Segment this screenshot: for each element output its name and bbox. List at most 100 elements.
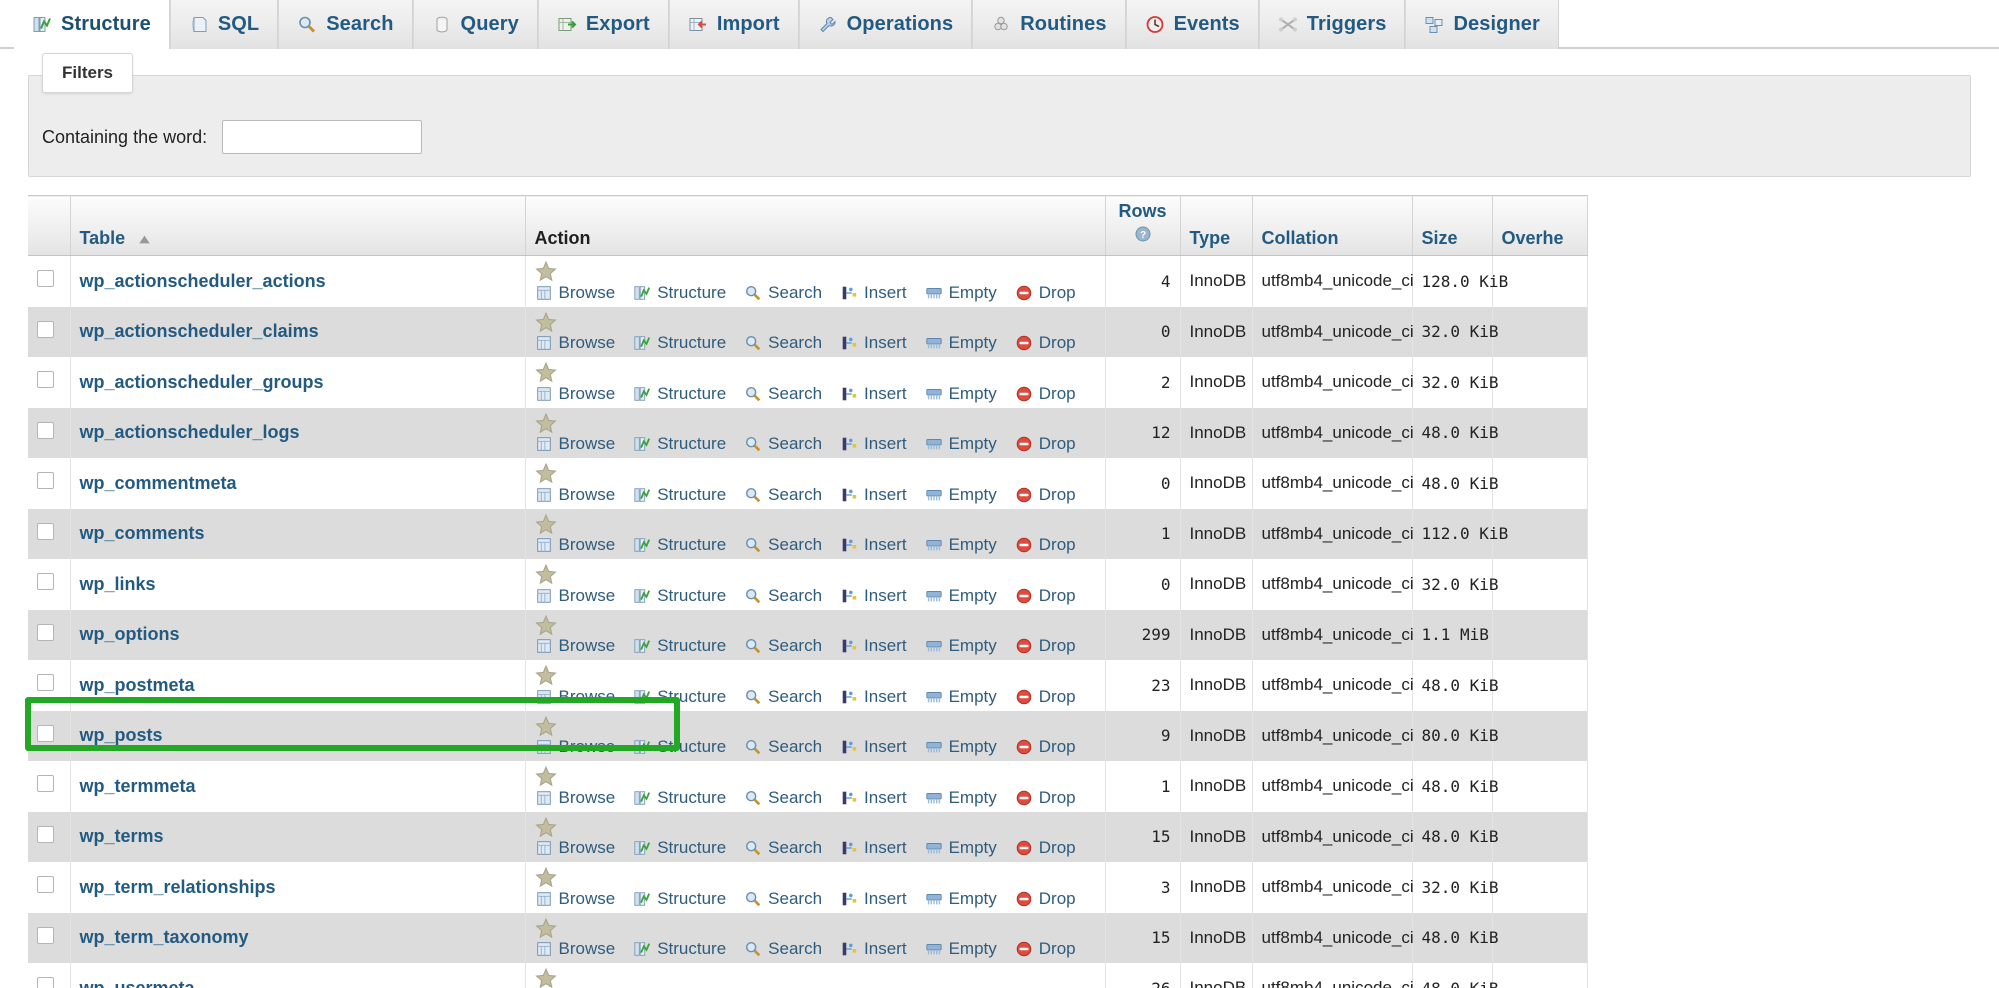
action-empty[interactable]: Empty: [925, 838, 997, 858]
action-insert[interactable]: Insert: [840, 889, 907, 909]
favorite-star-icon[interactable]: [534, 816, 557, 838]
action-browse[interactable]: Browse: [535, 737, 615, 757]
action-structure[interactable]: Structure: [633, 687, 726, 707]
tab-sql[interactable]: SQL: [169, 0, 279, 49]
action-insert[interactable]: Insert: [840, 485, 907, 505]
action-structure[interactable]: Structure: [633, 283, 726, 303]
table-name-link[interactable]: wp_termmeta: [80, 776, 196, 796]
action-empty[interactable]: Empty: [925, 687, 997, 707]
row-checkbox[interactable]: [37, 977, 54, 988]
row-checkbox[interactable]: [37, 876, 54, 894]
tab-designer[interactable]: Designer: [1405, 0, 1559, 49]
favorite-star-icon[interactable]: [534, 513, 557, 535]
action-search[interactable]: Search: [744, 535, 822, 555]
action-browse[interactable]: Browse: [535, 586, 615, 606]
tab-routines[interactable]: Routines: [972, 0, 1126, 49]
action-structure[interactable]: Structure: [633, 838, 726, 858]
action-insert[interactable]: Insert: [840, 586, 907, 606]
action-structure[interactable]: Structure: [633, 384, 726, 404]
row-checkbox[interactable]: [37, 320, 54, 338]
favorite-star-icon[interactable]: [534, 614, 557, 636]
favorite-star-icon[interactable]: [534, 412, 557, 434]
row-checkbox[interactable]: [37, 674, 54, 692]
action-structure[interactable]: Structure: [633, 333, 726, 353]
action-structure[interactable]: Structure: [633, 586, 726, 606]
action-drop[interactable]: Drop: [1015, 788, 1076, 808]
action-drop[interactable]: Drop: [1015, 889, 1076, 909]
row-checkbox[interactable]: [37, 825, 54, 843]
action-insert[interactable]: Insert: [840, 434, 907, 454]
favorite-star-icon[interactable]: [534, 361, 557, 383]
action-search[interactable]: Search: [744, 737, 822, 757]
header-size[interactable]: Size: [1412, 195, 1493, 256]
action-browse[interactable]: Browse: [535, 333, 615, 353]
tab-triggers[interactable]: Triggers: [1258, 0, 1406, 49]
favorite-star-icon[interactable]: [534, 967, 557, 988]
action-empty[interactable]: Empty: [925, 586, 997, 606]
action-search[interactable]: Search: [744, 283, 822, 303]
row-checkbox[interactable]: [37, 522, 54, 540]
favorite-star-icon[interactable]: [534, 260, 557, 282]
action-search[interactable]: Search: [744, 889, 822, 909]
action-insert[interactable]: Insert: [840, 333, 907, 353]
tab-operations[interactable]: Operations: [798, 0, 973, 49]
action-structure[interactable]: Structure: [633, 737, 726, 757]
action-drop[interactable]: Drop: [1015, 939, 1076, 959]
action-drop[interactable]: Drop: [1015, 737, 1076, 757]
row-checkbox[interactable]: [37, 623, 54, 641]
action-empty[interactable]: Empty: [925, 535, 997, 555]
action-structure[interactable]: Structure: [633, 889, 726, 909]
favorite-star-icon[interactable]: [534, 866, 557, 888]
table-name-link[interactable]: wp_usermeta: [80, 978, 195, 988]
table-name-link[interactable]: wp_terms: [80, 826, 164, 846]
header-table[interactable]: Table: [70, 195, 526, 256]
table-name-link[interactable]: wp_actionscheduler_logs: [80, 422, 300, 442]
header-collation[interactable]: Collation: [1252, 195, 1413, 256]
favorite-star-icon[interactable]: [534, 311, 557, 333]
action-structure[interactable]: Structure: [633, 434, 726, 454]
action-empty[interactable]: Empty: [925, 384, 997, 404]
action-drop[interactable]: Drop: [1015, 687, 1076, 707]
action-empty[interactable]: Empty: [925, 788, 997, 808]
action-empty[interactable]: Empty: [925, 889, 997, 909]
action-insert[interactable]: Insert: [840, 939, 907, 959]
action-structure[interactable]: Structure: [633, 535, 726, 555]
action-empty[interactable]: Empty: [925, 434, 997, 454]
favorite-star-icon[interactable]: [534, 765, 557, 787]
tab-structure[interactable]: Structure: [14, 0, 170, 49]
tab-events[interactable]: Events: [1125, 0, 1259, 49]
action-empty[interactable]: Empty: [925, 333, 997, 353]
help-icon[interactable]: ?: [1135, 226, 1151, 242]
action-browse[interactable]: Browse: [535, 889, 615, 909]
table-name-link[interactable]: wp_posts: [80, 725, 163, 745]
action-insert[interactable]: Insert: [840, 636, 907, 656]
table-name-link[interactable]: wp_links: [80, 574, 156, 594]
action-insert[interactable]: Insert: [840, 687, 907, 707]
row-checkbox[interactable]: [37, 472, 54, 490]
action-insert[interactable]: Insert: [840, 737, 907, 757]
row-checkbox[interactable]: [37, 573, 54, 591]
action-drop[interactable]: Drop: [1015, 586, 1076, 606]
action-drop[interactable]: Drop: [1015, 636, 1076, 656]
action-search[interactable]: Search: [744, 687, 822, 707]
action-structure[interactable]: Structure: [633, 939, 726, 959]
action-drop[interactable]: Drop: [1015, 434, 1076, 454]
action-drop[interactable]: Drop: [1015, 333, 1076, 353]
tab-import[interactable]: Import: [668, 0, 799, 49]
table-name-link[interactable]: wp_actionscheduler_groups: [80, 372, 324, 392]
action-empty[interactable]: Empty: [925, 737, 997, 757]
action-drop[interactable]: Drop: [1015, 283, 1076, 303]
table-name-link[interactable]: wp_comments: [80, 523, 205, 543]
action-search[interactable]: Search: [744, 838, 822, 858]
row-checkbox[interactable]: [37, 775, 54, 793]
action-search[interactable]: Search: [744, 434, 822, 454]
action-browse[interactable]: Browse: [535, 636, 615, 656]
action-insert[interactable]: Insert: [840, 535, 907, 555]
table-name-link[interactable]: wp_term_taxonomy: [80, 927, 249, 947]
action-search[interactable]: Search: [744, 939, 822, 959]
action-search[interactable]: Search: [744, 788, 822, 808]
action-drop[interactable]: Drop: [1015, 384, 1076, 404]
action-search[interactable]: Search: [744, 333, 822, 353]
table-name-link[interactable]: wp_actionscheduler_claims: [80, 321, 319, 341]
filter-search-input[interactable]: [222, 120, 423, 154]
